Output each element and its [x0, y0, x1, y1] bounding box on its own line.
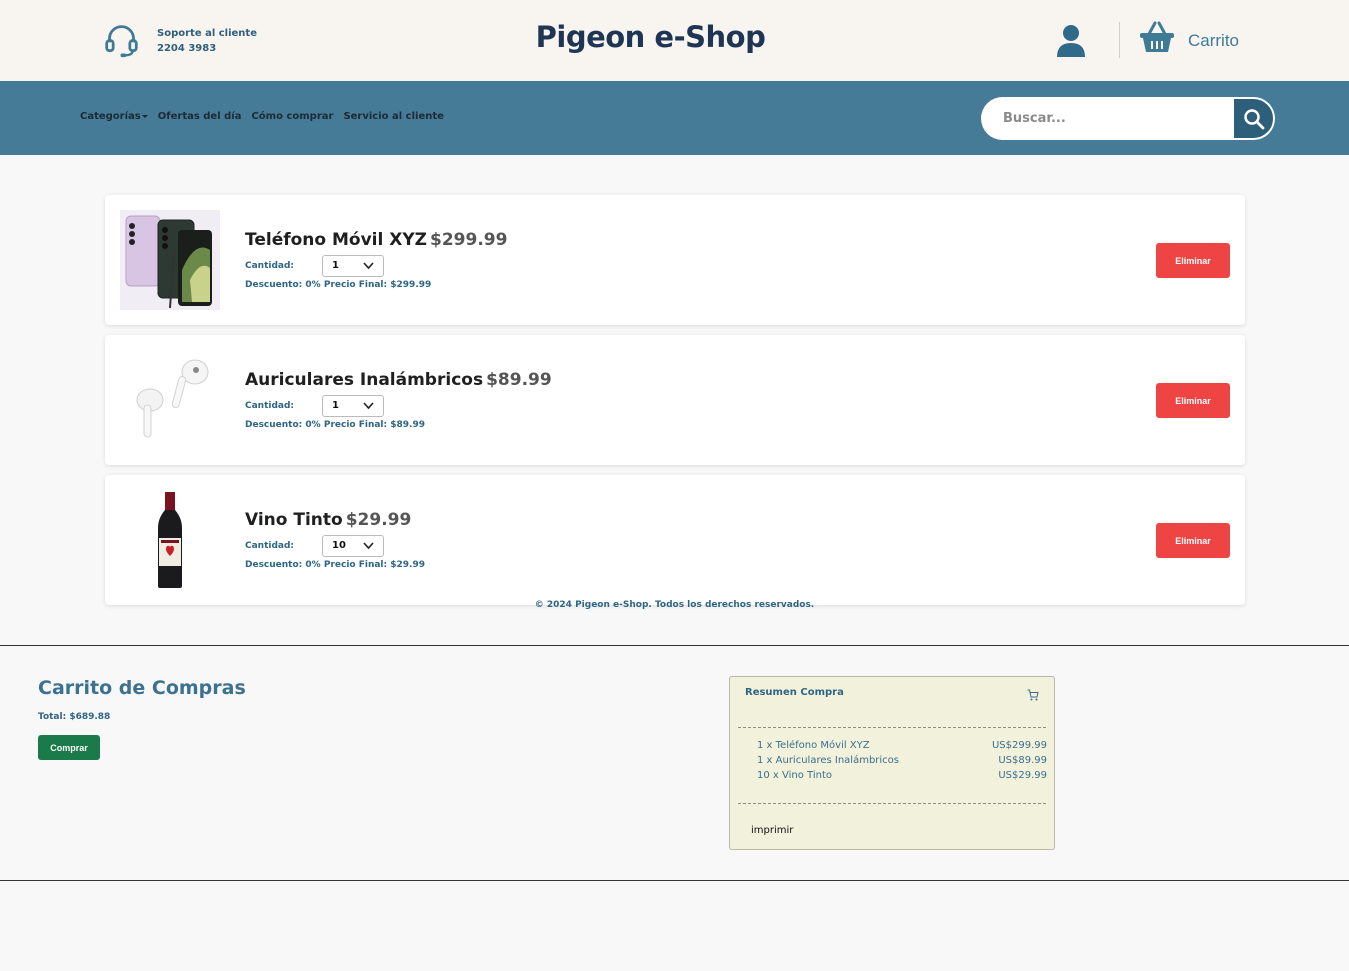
cart-item: Vino Tinto $29.99 Cantidad: 10 Descuento:… [105, 475, 1245, 605]
search-bar [981, 97, 1275, 140]
delete-button[interactable]: Eliminar [1156, 383, 1230, 418]
cart-title: Carrito de Compras [38, 677, 246, 699]
phone-product-image [120, 210, 220, 310]
header-divider [1119, 22, 1120, 58]
nav-links: Categorías Ofertas del día Cómo comprar … [80, 111, 454, 122]
summary-divider [738, 803, 1046, 804]
summary-divider [738, 727, 1046, 728]
delete-button[interactable]: Eliminar [1156, 523, 1230, 558]
nav-item-como-comprar[interactable]: Cómo comprar [251, 111, 333, 122]
nav-item-categorias[interactable]: Categorías [80, 111, 148, 122]
nav-item-ofertas[interactable]: Ofertas del día [158, 111, 242, 122]
navbar: Categorías Ofertas del día Cómo comprar … [0, 81, 1349, 155]
summary-row: 10 x Vino Tinto US$29.99 [757, 770, 1047, 781]
item-name: Teléfono Móvil XYZ [245, 230, 427, 250]
cart-link[interactable]: Carrito [1139, 20, 1239, 54]
quantity-select[interactable]: 10 [322, 535, 384, 557]
caret-down-icon [141, 114, 148, 118]
brand-logo[interactable]: Pigeon e-Shop [0, 20, 1301, 54]
delete-button[interactable]: Eliminar [1156, 243, 1230, 278]
nav-item-servicio[interactable]: Servicio al cliente [343, 111, 443, 122]
chevron-down-icon [363, 402, 374, 410]
item-price: $29.99 [345, 510, 412, 530]
quantity-label: Cantidad: [245, 541, 295, 551]
basket-icon [1140, 21, 1174, 52]
section-divider [0, 880, 1349, 881]
item-price: $299.99 [430, 230, 508, 250]
buy-button[interactable]: Comprar [38, 735, 100, 760]
top-header: Soporte al cliente 2204 3983 Pigeon e-Sh… [0, 0, 1349, 81]
search-input[interactable] [981, 97, 1233, 140]
print-link[interactable]: imprimir [751, 825, 793, 836]
discount-line: Descuento: 0% Precio Final: $29.99 [245, 560, 425, 570]
summary-row: 1 x Auriculares Inalámbricos US$89.99 [757, 755, 1047, 766]
quantity-label: Cantidad: [245, 401, 295, 411]
quantity-label: Cantidad: [245, 261, 295, 271]
search-button[interactable] [1233, 98, 1274, 139]
cart-label: Carrito [1188, 31, 1240, 50]
chevron-down-icon [363, 262, 374, 270]
discount-line: Descuento: 0% Precio Final: $89.99 [245, 420, 425, 430]
quantity-select[interactable]: 1 [322, 395, 384, 417]
cart-icon [1027, 689, 1039, 701]
purchase-summary: Resumen Compra 1 x Teléfono Móvil XYZ US$… [729, 676, 1055, 850]
cart-item: Auriculares Inalámbricos $89.99 Cantidad:… [105, 335, 1245, 465]
quantity-select[interactable]: 1 [322, 255, 384, 277]
section-divider [0, 645, 1349, 646]
cart-total: Total: $689.88 [38, 712, 111, 722]
summary-title: Resumen Compra [745, 687, 844, 698]
search-icon [1243, 108, 1264, 129]
wine-product-image [120, 490, 220, 590]
chevron-down-icon [363, 542, 374, 550]
copyright: © 2024 Pigeon e-Shop. Todos los derechos… [534, 600, 815, 610]
item-name: Auriculares Inalámbricos [245, 370, 484, 390]
item-name: Vino Tinto [245, 510, 343, 530]
user-icon[interactable] [1056, 24, 1086, 58]
summary-row: 1 x Teléfono Móvil XYZ US$299.99 [757, 740, 1047, 751]
cart-item: Teléfono Móvil XYZ $299.99 Cantidad: 1 De… [105, 195, 1245, 325]
discount-line: Descuento: 0% Precio Final: $299.99 [245, 280, 432, 290]
item-price: $89.99 [486, 370, 552, 390]
earbuds-product-image [120, 350, 220, 450]
